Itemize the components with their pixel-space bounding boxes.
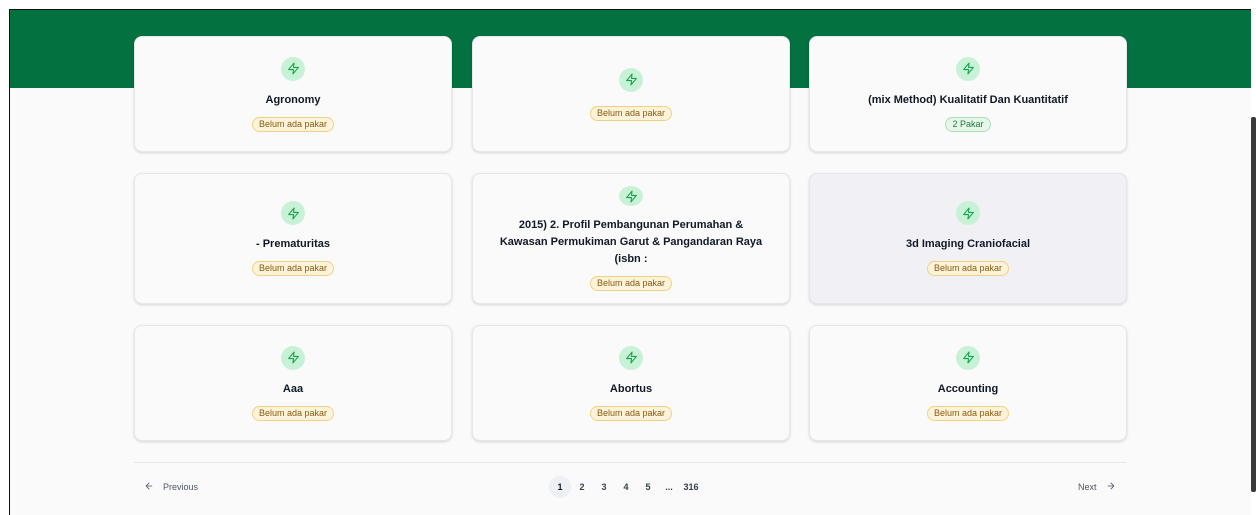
page-4-button[interactable]: 4 [615, 476, 637, 498]
topic-card[interactable]: Accounting Belum ada pakar [809, 325, 1127, 441]
page-1-button[interactable]: 1 [549, 476, 571, 498]
next-page-button[interactable]: Next [1078, 480, 1116, 494]
topic-title: Aaa [282, 382, 304, 395]
topic-title: - Prematuritas [256, 238, 330, 250]
topic-title: Accounting [937, 382, 999, 395]
expert-status-badge: Belum ada pakar [926, 261, 1010, 276]
page-ellipsis: ... [665, 482, 673, 492]
expert-status-badge: Belum ada pakar [589, 105, 673, 121]
scrollbar-thumb[interactable] [1251, 117, 1256, 492]
previous-page-button[interactable]: Previous [144, 480, 198, 494]
lightning-bolt-icon [956, 56, 980, 81]
frame-top-line [9, 9, 1251, 10]
expert-status-badge: Belum ada pakar [251, 116, 335, 132]
topic-title: 2015) 2. Profil Pembangunan Perumahan & … [499, 219, 763, 265]
window-top-margin [0, 0, 1256, 9]
lightning-bolt-icon [956, 345, 980, 370]
arrow-left-icon [144, 481, 154, 493]
expert-status-badge: Belum ada pakar [926, 405, 1010, 421]
expert-status-badge: Belum ada pakar [589, 276, 673, 291]
topic-card[interactable]: - Prematuritas Belum ada pakar [134, 173, 452, 304]
expert-count-badge: 2 Pakar [945, 116, 991, 132]
page-5-button[interactable]: 5 [637, 476, 659, 498]
next-label: Next [1078, 482, 1097, 492]
topic-card[interactable]: Agronomy Belum ada pakar [134, 36, 452, 152]
page-number-list: 1 2 3 4 5 ... 316 [549, 476, 703, 498]
topic-card[interactable]: (mix Method) Kualitatif Dan Kuantitatif … [809, 36, 1127, 152]
lightning-bolt-icon [281, 345, 305, 370]
lightning-bolt-icon [619, 345, 643, 370]
lightning-bolt-icon [281, 201, 305, 225]
topic-title: Abortus [609, 382, 653, 395]
lightning-bolt-icon [956, 201, 980, 225]
topic-title: (mix Method) Kualitatif Dan Kuantitatif [868, 93, 1068, 106]
previous-label: Previous [163, 482, 199, 492]
expert-status-badge: Belum ada pakar [589, 405, 673, 421]
topic-card[interactable]: 2015) 2. Profil Pembangunan Perumahan & … [472, 173, 790, 304]
topic-title: Agronomy [265, 93, 321, 106]
page-last-button[interactable]: 316 [679, 476, 703, 498]
frame-left-line [9, 9, 10, 515]
pagination-divider [134, 462, 1126, 463]
topic-card[interactable]: Belum ada pakar [472, 36, 790, 152]
arrow-right-icon [1106, 481, 1116, 493]
expert-status-badge: Belum ada pakar [251, 261, 335, 276]
topic-card[interactable]: Aaa Belum ada pakar [134, 325, 452, 441]
lightning-bolt-icon [619, 186, 643, 206]
expert-status-badge: Belum ada pakar [251, 405, 335, 421]
page-2-button[interactable]: 2 [571, 476, 593, 498]
page-3-button[interactable]: 3 [593, 476, 615, 498]
topic-title: 3d Imaging Craniofacial [905, 238, 1031, 250]
lightning-bolt-icon [281, 56, 305, 81]
topic-card[interactable]: 3d Imaging Craniofacial Belum ada pakar [809, 173, 1127, 304]
window-left-margin [0, 0, 9, 515]
topic-card[interactable]: Abortus Belum ada pakar [472, 325, 790, 441]
lightning-bolt-icon [619, 67, 643, 92]
